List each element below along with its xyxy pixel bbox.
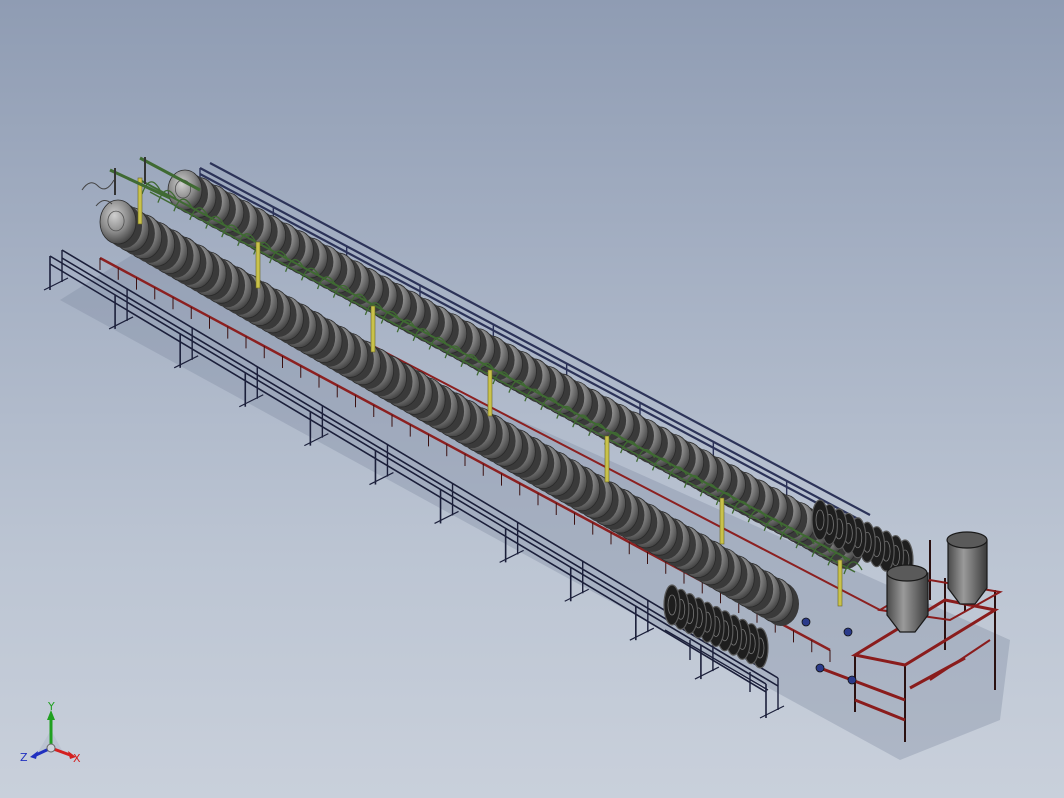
front-foot <box>759 705 785 719</box>
coil <box>663 584 681 626</box>
yellow-column <box>255 241 261 289</box>
tank-front <box>886 572 929 633</box>
y-axis-label: Y <box>47 700 55 713</box>
yellow-column <box>837 559 843 607</box>
shadow-shape <box>60 250 1010 760</box>
z-axis-arrow-icon <box>30 751 38 759</box>
front-foot <box>43 277 69 291</box>
coil <box>811 499 829 541</box>
x-axis-label: X <box>73 752 81 765</box>
front-foot <box>564 588 589 602</box>
drum <box>99 199 137 245</box>
yellow-column <box>487 369 493 417</box>
tank-front-top <box>886 564 928 582</box>
tank-rear <box>947 539 988 605</box>
front-foot <box>434 510 459 524</box>
yellow-column <box>604 435 610 483</box>
tank-rear-top <box>946 531 988 549</box>
front-drum-row[interactable] <box>99 199 799 626</box>
z-axis-label: Z <box>20 751 28 764</box>
orientation-triad[interactable]: Y X Z <box>18 700 88 770</box>
assembly-model[interactable] <box>0 0 1064 798</box>
yellow-column <box>370 305 376 353</box>
front-foot <box>499 549 524 563</box>
triad-origin <box>46 743 56 753</box>
yellow-column <box>719 497 725 545</box>
ground-shadow <box>60 250 1010 760</box>
feed-cable <box>81 179 115 191</box>
valve-icon <box>815 663 825 673</box>
valve-icon <box>801 617 811 627</box>
valve-icon <box>843 627 853 637</box>
front-foot <box>694 666 720 680</box>
cad-viewport[interactable]: Y X Z <box>0 0 1064 798</box>
valve-icon <box>847 675 857 685</box>
front-foot <box>629 627 655 641</box>
